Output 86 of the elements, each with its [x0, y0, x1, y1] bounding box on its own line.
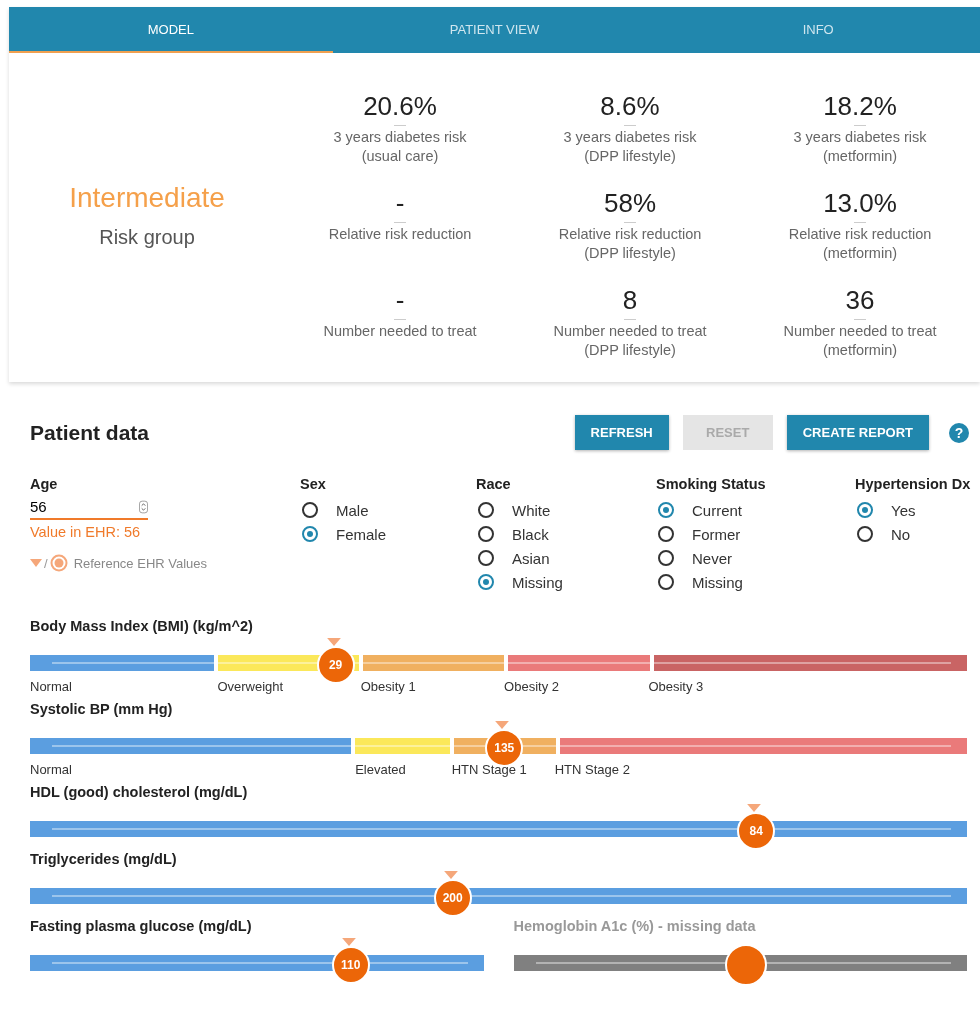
metric-label: 3 years diabetes risk: [793, 128, 927, 147]
action-button[interactable]: CREATE REPORT: [786, 415, 929, 450]
action-button[interactable]: REFRESH: [574, 415, 669, 450]
risk-group-label: Risk group: [99, 226, 195, 249]
metric-label: Number needed to treat: [783, 322, 937, 341]
option-label: Female: [336, 525, 387, 543]
group-label: Hypertension Dx: [855, 476, 971, 492]
help-icon[interactable]: ?: [949, 422, 969, 443]
slider-label: HDL (good) cholesterol (mg/dL): [30, 784, 249, 802]
metric-value: 8: [622, 285, 638, 315]
legend-text: Reference EHR Values: [73, 555, 208, 571]
radio-button[interactable]: [658, 526, 674, 542]
metric-value: 8.6%: [600, 91, 660, 121]
tab[interactable]: MODEL: [9, 7, 333, 53]
legend-separator: /: [44, 555, 48, 571]
thumb-icon: [49, 554, 68, 572]
metric-sublabel: (DPP lifestyle): [584, 341, 676, 360]
radio-button[interactable]: [658, 502, 674, 518]
metric-label: Number needed to treat: [553, 322, 707, 341]
slider-track[interactable]: 84: [30, 809, 967, 849]
slider-track[interactable]: 200: [30, 876, 967, 916]
slider-thumb[interactable]: 29: [316, 646, 355, 684]
option-label: No: [891, 525, 911, 543]
metric-sublabel: (DPP lifestyle): [584, 147, 676, 166]
slider-track[interactable]: 110: [30, 943, 484, 983]
option-label: Yes: [891, 501, 916, 519]
metric-label: Relative risk reduction: [788, 225, 932, 244]
metric-label: Number needed to treat: [323, 322, 477, 341]
option-label: Missing: [692, 573, 743, 591]
option-label: White: [512, 501, 551, 519]
metric-label: Relative risk reduction: [558, 225, 702, 244]
slider-track[interactable]: 29: [30, 643, 967, 683]
group-label: Sex: [300, 476, 327, 492]
radio-button[interactable]: [857, 502, 873, 518]
slider-label: Fasting plasma glucose (mg/dL): [30, 918, 253, 936]
option-label: Black: [512, 525, 549, 543]
slider-label: Systolic BP (mm Hg): [30, 701, 174, 719]
metric-value: 58%: [603, 188, 656, 218]
metric-label: Relative risk reduction: [328, 225, 472, 244]
field-label: Age: [30, 476, 59, 492]
metric-value: -: [395, 285, 405, 315]
slider-track[interactable]: [513, 943, 967, 983]
slider-thumb[interactable]: 200: [433, 879, 472, 917]
metric-sublabel: (usual care): [361, 147, 439, 166]
radio-button[interactable]: [302, 502, 318, 518]
radio-button[interactable]: [478, 526, 494, 542]
option-label: Male: [336, 501, 369, 519]
slider-thumb[interactable]: 110: [331, 946, 370, 984]
option-label: Asian: [512, 549, 550, 567]
radio-button[interactable]: [658, 574, 674, 590]
slider-label: Body Mass Index (BMI) (kg/m^2): [30, 618, 254, 636]
age-field[interactable]: 56: [30, 498, 148, 520]
tab[interactable]: PATIENT VIEW: [332, 7, 657, 53]
metric-value: 13.0%: [823, 188, 897, 218]
radio-button[interactable]: [857, 526, 873, 542]
radio-button[interactable]: [478, 502, 494, 518]
option-label: Current: [692, 501, 743, 519]
group-label: Smoking Status: [656, 476, 767, 492]
radio-button[interactable]: [478, 550, 494, 566]
spinner-icon[interactable]: [139, 499, 148, 514]
ehr-note: Value in EHR: 56: [30, 524, 142, 540]
metric-label: 3 years diabetes risk: [563, 128, 697, 147]
metric-label: 3 years diabetes risk: [333, 128, 467, 147]
metric-value: 20.6%: [363, 91, 437, 121]
metric-value: -: [395, 188, 405, 218]
metric-sublabel: (DPP lifestyle): [584, 244, 676, 263]
section-title: Patient data: [30, 420, 150, 445]
option-label: Never: [692, 549, 732, 567]
slider-label: Hemoglobin A1c (%) - missing data: [513, 918, 757, 936]
risk-group-value: Intermediate: [69, 182, 225, 214]
metric-value: 36: [845, 285, 875, 315]
radio-button[interactable]: [658, 550, 674, 566]
marker-icon: [30, 559, 42, 567]
slider-label: Triglycerides (mg/dL): [30, 851, 178, 869]
option-label: Missing: [512, 573, 563, 591]
metric-value: 18.2%: [823, 91, 897, 121]
metric-sublabel: (metformin): [822, 341, 898, 360]
metric-sublabel: (metformin): [822, 147, 898, 166]
group-label: Race: [476, 476, 512, 492]
slider-track[interactable]: 135: [30, 726, 967, 766]
tab[interactable]: INFO: [656, 7, 980, 53]
radio-button[interactable]: [478, 574, 494, 590]
option-label: Former: [692, 525, 741, 543]
slider-thumb[interactable]: 84: [737, 812, 776, 850]
metric-sublabel: (metformin): [822, 244, 898, 263]
radio-button[interactable]: [302, 526, 318, 542]
